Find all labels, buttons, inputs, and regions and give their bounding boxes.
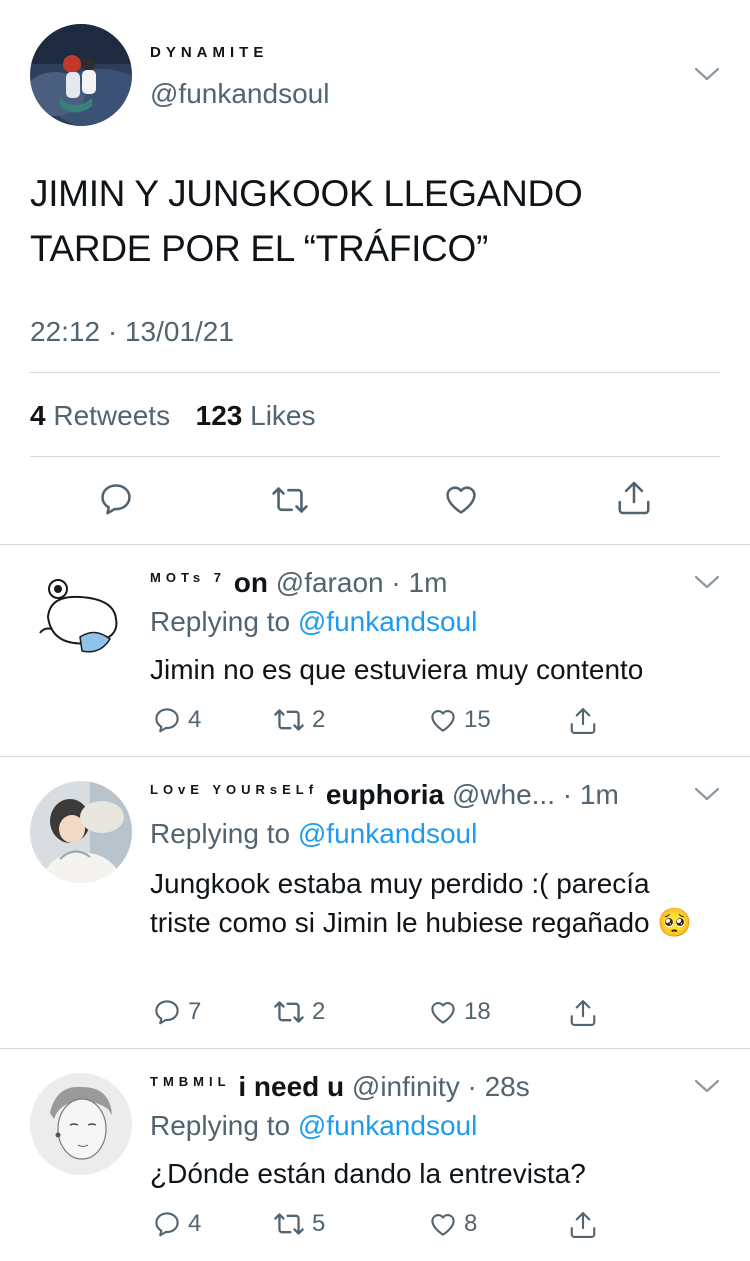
display-name[interactable]: euphoria	[326, 779, 444, 810]
like-icon	[431, 1002, 455, 1024]
like-button[interactable]: 18	[428, 997, 491, 1027]
like-icon[interactable]	[442, 480, 480, 518]
reply-icon	[155, 1212, 179, 1237]
reply-text: Jungkook estaba muy perdido :( parecía t…	[150, 868, 693, 938]
chevron-down-icon[interactable]	[694, 574, 720, 590]
user-handle[interactable]: @whe...	[452, 779, 555, 810]
avatar[interactable]	[30, 567, 132, 669]
replying-prefix: Replying to	[150, 1110, 291, 1141]
likes-count[interactable]: 123	[196, 400, 243, 431]
share-icon	[570, 708, 596, 734]
replying-to: Replying to @funkandsoul	[150, 606, 477, 638]
user-handle[interactable]: @funkandsoul	[150, 78, 329, 110]
like-icon	[431, 710, 455, 732]
tweet-text: JIMIN Y JUNGKOOK LLEGANDO TARDE POR EL “…	[30, 166, 710, 276]
divider	[30, 456, 720, 457]
user-handle[interactable]: @infinity	[352, 1071, 460, 1102]
main-tweet: DYNAMITE @funkandsoul JIMIN Y JUNGKOOK L…	[0, 0, 750, 545]
share-button[interactable]	[568, 1209, 604, 1241]
reply-time: · 1m	[562, 779, 619, 810]
tweet-stats: 4 Retweets 123 Likes	[30, 400, 316, 432]
tweet-actions	[0, 474, 750, 530]
display-name-decoration[interactable]: MOTs 7	[150, 570, 226, 585]
share-button[interactable]	[568, 705, 604, 737]
display-name[interactable]: DYNAMITE	[150, 44, 268, 61]
replying-to: Replying to @funkandsoul	[150, 1110, 477, 1142]
reply-count: 7	[188, 998, 202, 1025]
share-icon[interactable]	[615, 478, 653, 518]
share-icon	[570, 1000, 596, 1026]
retweets-count[interactable]: 4	[30, 400, 46, 431]
retweets-label[interactable]: Retweets	[53, 400, 170, 431]
share-button[interactable]	[568, 997, 604, 1029]
display-name-decoration[interactable]: TMBMIL	[150, 1074, 231, 1089]
like-count: 15	[464, 706, 491, 733]
reply-header: LOvE YOURsELf euphoria @whe... · 1m	[150, 779, 619, 811]
reply-header: MOTs 7 on @faraon · 1m	[150, 567, 447, 599]
chevron-down-icon[interactable]	[694, 66, 720, 82]
user-handle[interactable]: @faraon	[276, 567, 384, 598]
reply-actions: 4 2 15	[150, 705, 620, 741]
like-count: 8	[464, 1210, 478, 1237]
share-icon	[570, 1212, 596, 1238]
reply-time: · 1m	[391, 567, 448, 598]
display-name-decoration[interactable]: LOvE YOURsELf	[150, 782, 318, 797]
chevron-down-icon[interactable]	[694, 786, 720, 802]
avatar[interactable]	[30, 781, 132, 883]
reply-button[interactable]: 7	[152, 997, 201, 1027]
replying-handle-link[interactable]: @funkandsoul	[298, 818, 477, 849]
retweet-button[interactable]: 2	[272, 997, 325, 1027]
display-name[interactable]: i need u	[238, 1071, 344, 1102]
reply-icon	[155, 708, 179, 733]
retweet-icon	[274, 1213, 304, 1235]
reply-actions: 7 2 18	[150, 997, 620, 1033]
retweet-icon[interactable]	[270, 482, 310, 518]
like-icon	[431, 1214, 455, 1236]
retweet-icon	[274, 709, 304, 731]
divider	[30, 372, 720, 373]
retweet-count: 5	[312, 1210, 326, 1237]
reply-time: · 28s	[467, 1071, 530, 1102]
avatar[interactable]	[30, 24, 132, 126]
retweet-button[interactable]: 5	[272, 1209, 325, 1239]
likes-label[interactable]: Likes	[250, 400, 315, 431]
like-count: 18	[464, 998, 491, 1025]
retweet-button[interactable]: 2	[272, 705, 325, 735]
display-name[interactable]: on	[234, 567, 268, 598]
avatar[interactable]	[30, 1073, 132, 1175]
reply-button[interactable]: 4	[152, 1209, 201, 1239]
tweet-timestamp[interactable]: 22:12 · 13/01/21	[30, 316, 234, 348]
retweet-icon	[274, 1001, 304, 1023]
retweet-count: 2	[312, 998, 326, 1025]
replying-to: Replying to @funkandsoul	[150, 818, 477, 850]
reply-text: Jimin no es que estuviera muy contento	[150, 654, 644, 685]
like-button[interactable]: 15	[428, 705, 491, 735]
reply-header: TMBMIL i need u @infinity · 28s	[150, 1071, 530, 1103]
chevron-down-icon[interactable]	[694, 1078, 720, 1094]
retweet-count: 2	[312, 706, 326, 733]
reply-icon[interactable]	[97, 480, 135, 518]
reply-tweet[interactable]: TMBMIL i need u @infinity · 28s Replying…	[0, 1049, 750, 1261]
reply-button[interactable]: 4	[152, 705, 201, 735]
reply-icon	[155, 1000, 179, 1025]
reply-tweet[interactable]: LOvE YOURsELf euphoria @whe... · 1m Repl…	[0, 757, 750, 1048]
reply-text: ¿Dónde están dando la entrevista?	[150, 1158, 586, 1189]
like-button[interactable]: 8	[428, 1209, 477, 1239]
reply-count: 4	[188, 706, 202, 733]
replying-handle-link[interactable]: @funkandsoul	[298, 1110, 477, 1141]
replying-prefix: Replying to	[150, 606, 291, 637]
reply-tweet[interactable]: MOTs 7 on @faraon · 1m Replying to @funk…	[0, 545, 750, 756]
reply-count: 4	[188, 1210, 202, 1237]
tweet-text-line: JIMIN Y JUNGKOOK LLEGANDO	[30, 173, 583, 214]
replying-prefix: Replying to	[150, 818, 291, 849]
tweet-text-line: TARDE POR EL “TRÁFICO”	[30, 228, 488, 269]
reply-actions: 4 5 8	[150, 1209, 620, 1245]
replying-handle-link[interactable]: @funkandsoul	[298, 606, 477, 637]
